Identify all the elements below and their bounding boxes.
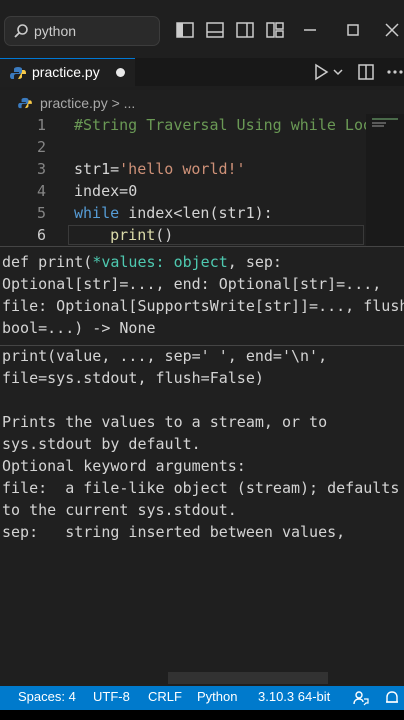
feedback-icon[interactable] bbox=[353, 690, 369, 706]
code-token: (str1): bbox=[209, 204, 273, 222]
minimap[interactable] bbox=[366, 114, 404, 246]
toggle-primary-sidebar-icon[interactable] bbox=[175, 20, 195, 40]
code-editor[interactable]: 1 2 3 4 5 6 #String Traversal Using while Loo… bbox=[0, 114, 404, 246]
signature-line: Optional[str]=..., end: Optional[str]=..… bbox=[2, 275, 381, 293]
horizontal-scrollbar[interactable] bbox=[168, 672, 328, 684]
line-number: 6 bbox=[36, 226, 46, 244]
signature-line: bool=...) -> None bbox=[2, 319, 156, 337]
toggle-panel-icon[interactable] bbox=[205, 20, 225, 40]
signature-help-popup: def print(*values: object, sep: Optional[… bbox=[0, 246, 404, 542]
notifications-icon[interactable] bbox=[384, 690, 400, 706]
tab-practice-py[interactable]: practice.py bbox=[0, 58, 135, 87]
run-icon[interactable] bbox=[312, 63, 330, 81]
bottom-edge bbox=[0, 710, 404, 720]
line-number: 4 bbox=[36, 182, 46, 200]
run-dropdown-icon[interactable] bbox=[332, 66, 344, 78]
docstring-line: to the current sys.stdout. bbox=[2, 501, 237, 519]
editor-tab-bar: practice.py bbox=[0, 58, 404, 87]
code-token: = bbox=[119, 182, 129, 200]
line-number: 3 bbox=[36, 160, 46, 178]
code-token: 'hello world!' bbox=[119, 160, 246, 178]
code-token: index bbox=[128, 204, 174, 222]
code-token: str1 bbox=[74, 160, 111, 178]
signature-token: Optional[str]=..., end: Optional[str]=..… bbox=[2, 275, 382, 293]
signature-token: , sep: bbox=[227, 253, 282, 271]
python-file-icon bbox=[18, 97, 32, 109]
minimize-icon[interactable] bbox=[300, 20, 320, 40]
code-token: while bbox=[74, 204, 129, 222]
more-actions-icon[interactable] bbox=[386, 63, 404, 81]
signature-token: def print( bbox=[2, 253, 93, 271]
editor-empty-area bbox=[0, 540, 404, 686]
breadcrumb-text: practice.py > ... bbox=[40, 95, 136, 111]
signature-line: file: Optional[SupportsWrite[str]]=..., … bbox=[2, 297, 404, 315]
toggle-secondary-sidebar-icon[interactable] bbox=[235, 20, 255, 40]
status-indentation[interactable]: Spaces: 4 bbox=[18, 689, 76, 704]
code-token: 0 bbox=[128, 182, 138, 200]
signature-line: def print(*values: object, sep: bbox=[2, 253, 282, 271]
breadcrumb[interactable]: practice.py > ... bbox=[0, 90, 404, 116]
status-interpreter[interactable]: 3.10.3 64-bit bbox=[258, 689, 330, 704]
code-line[interactable]: print() bbox=[74, 226, 173, 244]
search-label: python bbox=[34, 23, 77, 39]
docstring-line: Prints the values to a stream, or to bbox=[2, 413, 328, 431]
unsaved-dot-icon bbox=[116, 68, 125, 77]
line-number: 2 bbox=[36, 138, 46, 156]
maximize-icon[interactable] bbox=[343, 20, 363, 40]
signature-token: file: Optional[SupportsWrite[str]]=..., … bbox=[2, 297, 404, 315]
close-icon[interactable] bbox=[382, 20, 402, 40]
docstring-line: print(value, ..., sep=' ', end='\n', bbox=[2, 347, 328, 365]
signature-token: *values: object bbox=[92, 253, 228, 271]
code-token: #String Traversal Using while Loo bbox=[74, 116, 373, 134]
status-bar: Spaces: 4 UTF-8 CRLF Python 3.10.3 64-bi… bbox=[0, 686, 404, 710]
code-token: index bbox=[74, 182, 120, 200]
popup-divider bbox=[0, 345, 404, 346]
docstring-line: file=sys.stdout, flush=False) bbox=[2, 369, 264, 387]
title-bar: python bbox=[0, 0, 404, 60]
code-token: len bbox=[182, 204, 210, 222]
code-line[interactable]: index=0 bbox=[74, 182, 137, 200]
line-number: 5 bbox=[36, 204, 46, 222]
code-line[interactable]: str1='hello world!' bbox=[74, 160, 246, 178]
code-token: = bbox=[110, 160, 120, 178]
docstring-line: sep: string inserted between values, bbox=[2, 523, 346, 541]
status-encoding[interactable]: UTF-8 bbox=[93, 689, 130, 704]
status-language[interactable]: Python bbox=[197, 689, 237, 704]
command-center-search[interactable]: python bbox=[4, 16, 160, 46]
docstring-line: Optional keyword arguments: bbox=[2, 457, 246, 475]
customize-layout-icon[interactable] bbox=[265, 20, 285, 40]
code-token: () bbox=[155, 226, 174, 244]
code-token: print bbox=[74, 226, 156, 244]
signature-token: bool=...) -> None bbox=[2, 319, 156, 337]
tab-label: practice.py bbox=[32, 64, 100, 80]
docstring-line: sys.stdout by default. bbox=[2, 435, 201, 453]
line-number: 1 bbox=[36, 116, 46, 134]
split-editor-icon[interactable] bbox=[357, 63, 375, 81]
code-line[interactable]: while index<len(str1): bbox=[74, 204, 273, 222]
search-icon bbox=[14, 24, 28, 38]
python-file-icon bbox=[10, 67, 26, 79]
status-eol[interactable]: CRLF bbox=[148, 689, 182, 704]
docstring-line: file: a file-like object (stream); defau… bbox=[2, 479, 400, 497]
code-line[interactable]: #String Traversal Using while Loo bbox=[74, 116, 372, 134]
